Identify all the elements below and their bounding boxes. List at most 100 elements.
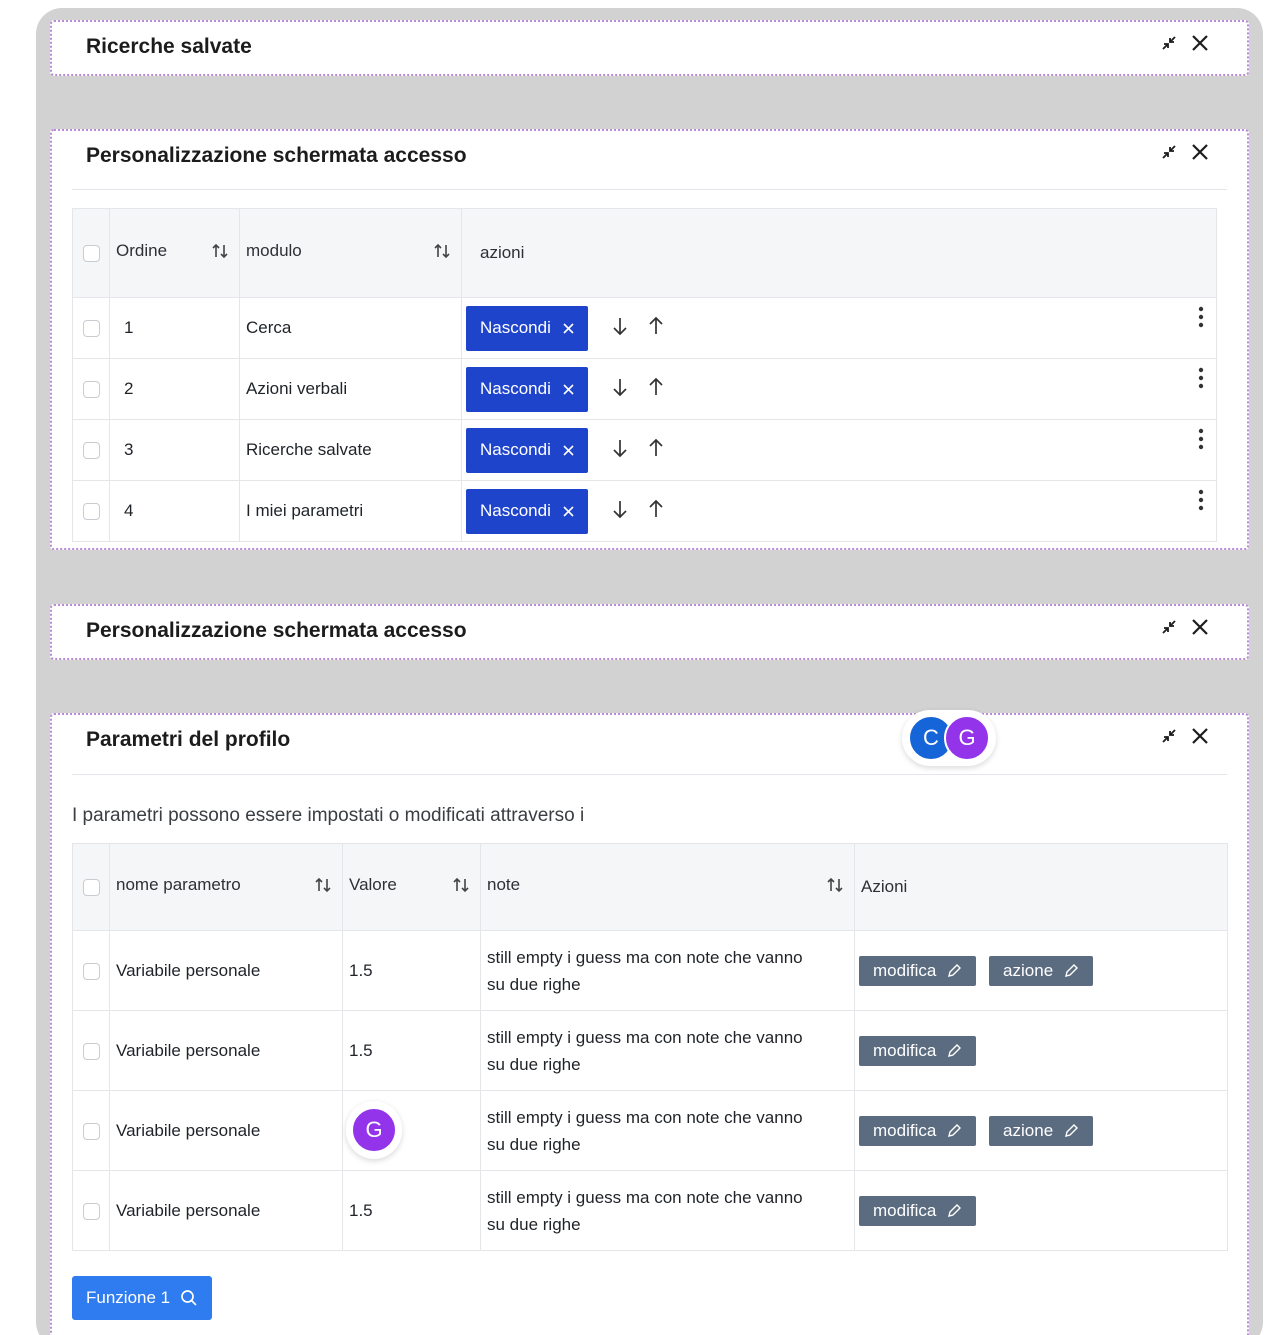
panel-header: Ricerche salvate <box>52 22 1247 72</box>
hide-button[interactable]: Nascondi <box>466 427 588 473</box>
table-row: 1 Cerca Nascondi <box>72 297 1217 359</box>
minimize-icon[interactable] <box>1161 35 1177 51</box>
table-row: 3 Ricerche salvate Nascondi <box>72 419 1217 481</box>
move-down-icon[interactable] <box>611 499 629 524</box>
close-icon[interactable] <box>1191 618 1209 636</box>
move-down-icon[interactable] <box>611 316 629 341</box>
order-cell: 2 <box>109 358 240 420</box>
table-row: Variabile personale G still empty i gues… <box>72 1090 1228 1171</box>
pencil-icon <box>948 1123 962 1137</box>
parameter-name-cell: Variabile personale <box>109 930 343 1011</box>
column-header-valore: Valore <box>349 875 397 894</box>
close-icon <box>563 322 574 334</box>
module-cell: I miei parametri <box>239 480 462 542</box>
hide-button[interactable]: Nascondi <box>466 366 588 412</box>
close-icon <box>563 505 574 517</box>
minimize-icon[interactable] <box>1161 619 1177 635</box>
edit-button[interactable]: modifica <box>859 1115 977 1146</box>
minimize-icon[interactable] <box>1161 728 1177 744</box>
column-header-azioni: azioni <box>480 243 525 262</box>
table-header-row: Ordine modulo azioni <box>72 208 1217 298</box>
avatar-g[interactable]: G <box>944 715 990 761</box>
sort-icon[interactable] <box>433 242 451 265</box>
note-cell: still empty i guess ma con note che vann… <box>487 947 803 994</box>
row-checkbox[interactable] <box>82 1122 100 1140</box>
panel-personalizzazione-accesso: Personalizzazione schermata accesso Ordi… <box>50 129 1249 550</box>
pencil-icon <box>1065 1123 1079 1137</box>
table-row: Variabile personale 1.5 still empty i gu… <box>72 1010 1228 1091</box>
more-options-icon[interactable] <box>1198 367 1204 394</box>
close-icon <box>563 383 574 395</box>
order-cell: 3 <box>109 419 240 481</box>
parameter-value-cell: 1.5 <box>342 1010 481 1091</box>
module-cell: Cerca <box>239 297 462 359</box>
row-checkbox[interactable] <box>82 442 100 460</box>
panel-ricerche-salvate: Ricerche salvate <box>50 20 1249 76</box>
parameter-name-cell: Variabile personale <box>109 1010 343 1091</box>
hide-button[interactable]: Nascondi <box>466 488 588 534</box>
collaborator-avatars: C G <box>902 710 996 766</box>
edit-button[interactable]: modifica <box>859 955 977 986</box>
move-up-icon[interactable] <box>647 438 665 463</box>
column-header-note: note <box>487 875 521 894</box>
minimize-icon[interactable] <box>1161 144 1177 160</box>
row-checkbox[interactable] <box>82 503 100 521</box>
edit-button[interactable]: modifica <box>859 1035 977 1066</box>
close-icon[interactable] <box>1191 727 1209 745</box>
edit-button[interactable]: modifica <box>859 1195 977 1226</box>
note-cell: still empty i guess ma con note che vann… <box>487 1107 803 1154</box>
column-header-ordine: Ordine <box>116 241 168 260</box>
close-icon[interactable] <box>1191 143 1209 161</box>
select-all-checkbox[interactable] <box>82 879 100 897</box>
row-checkbox[interactable] <box>82 962 100 980</box>
function-1-button[interactable]: Funzione 1 <box>72 1276 213 1320</box>
action-button[interactable]: azione <box>989 955 1094 986</box>
more-options-icon[interactable] <box>1198 428 1204 455</box>
header-divider <box>72 774 1227 775</box>
pencil-icon <box>948 1043 962 1057</box>
table-header-row: nome parametro Valore note Azioni <box>72 843 1228 931</box>
move-up-icon[interactable] <box>647 499 665 524</box>
sort-icon[interactable] <box>452 876 470 899</box>
column-header-azioni: Azioni <box>861 877 908 896</box>
close-icon[interactable] <box>1191 34 1209 52</box>
search-icon <box>181 1290 197 1306</box>
panel-header: Personalizzazione schermata accesso <box>52 606 1247 656</box>
sort-icon[interactable] <box>211 242 229 265</box>
table-row: 2 Azioni verbali Nascondi <box>72 358 1217 420</box>
sort-icon[interactable] <box>314 876 332 899</box>
move-up-icon[interactable] <box>647 377 665 402</box>
panel-title: Personalizzazione schermata accesso <box>86 144 467 167</box>
module-cell: Ricerche salvate <box>239 419 462 481</box>
parameter-value-cell: 1.5 <box>342 1170 481 1251</box>
pencil-icon <box>948 1203 962 1217</box>
column-header-nome-parametro: nome parametro <box>116 875 241 894</box>
row-checkbox[interactable] <box>82 1042 100 1060</box>
header-divider <box>72 189 1227 190</box>
table-row: Variabile personale 1.5 still empty i gu… <box>72 1170 1228 1251</box>
order-cell: 4 <box>109 480 240 542</box>
action-button[interactable]: azione <box>989 1115 1094 1146</box>
module-cell: Azioni verbali <box>239 358 462 420</box>
row-checkbox[interactable] <box>82 1202 100 1220</box>
more-options-icon[interactable] <box>1198 306 1204 333</box>
move-down-icon[interactable] <box>611 438 629 463</box>
move-down-icon[interactable] <box>611 377 629 402</box>
panel-title: Personalizzazione schermata accesso <box>86 619 467 642</box>
pencil-icon <box>948 963 962 977</box>
parameters-table: nome parametro Valore note Azioni Variab… <box>72 843 1228 1251</box>
editing-user-avatar: G <box>346 1101 402 1159</box>
section-description: I parametri possono essere impostati o m… <box>72 805 585 826</box>
row-checkbox[interactable] <box>82 381 100 399</box>
panel-header: Personalizzazione schermata accesso <box>52 131 1247 181</box>
row-checkbox[interactable] <box>82 320 100 338</box>
avatar-g[interactable]: G <box>351 1107 397 1153</box>
move-up-icon[interactable] <box>647 316 665 341</box>
more-options-icon[interactable] <box>1198 489 1204 516</box>
hide-button[interactable]: Nascondi <box>466 305 588 351</box>
select-all-checkbox[interactable] <box>82 245 100 263</box>
panel-header: Parametri del profilo <box>52 715 1247 765</box>
sort-icon[interactable] <box>826 876 844 899</box>
order-cell: 1 <box>109 297 240 359</box>
close-icon <box>563 444 574 456</box>
